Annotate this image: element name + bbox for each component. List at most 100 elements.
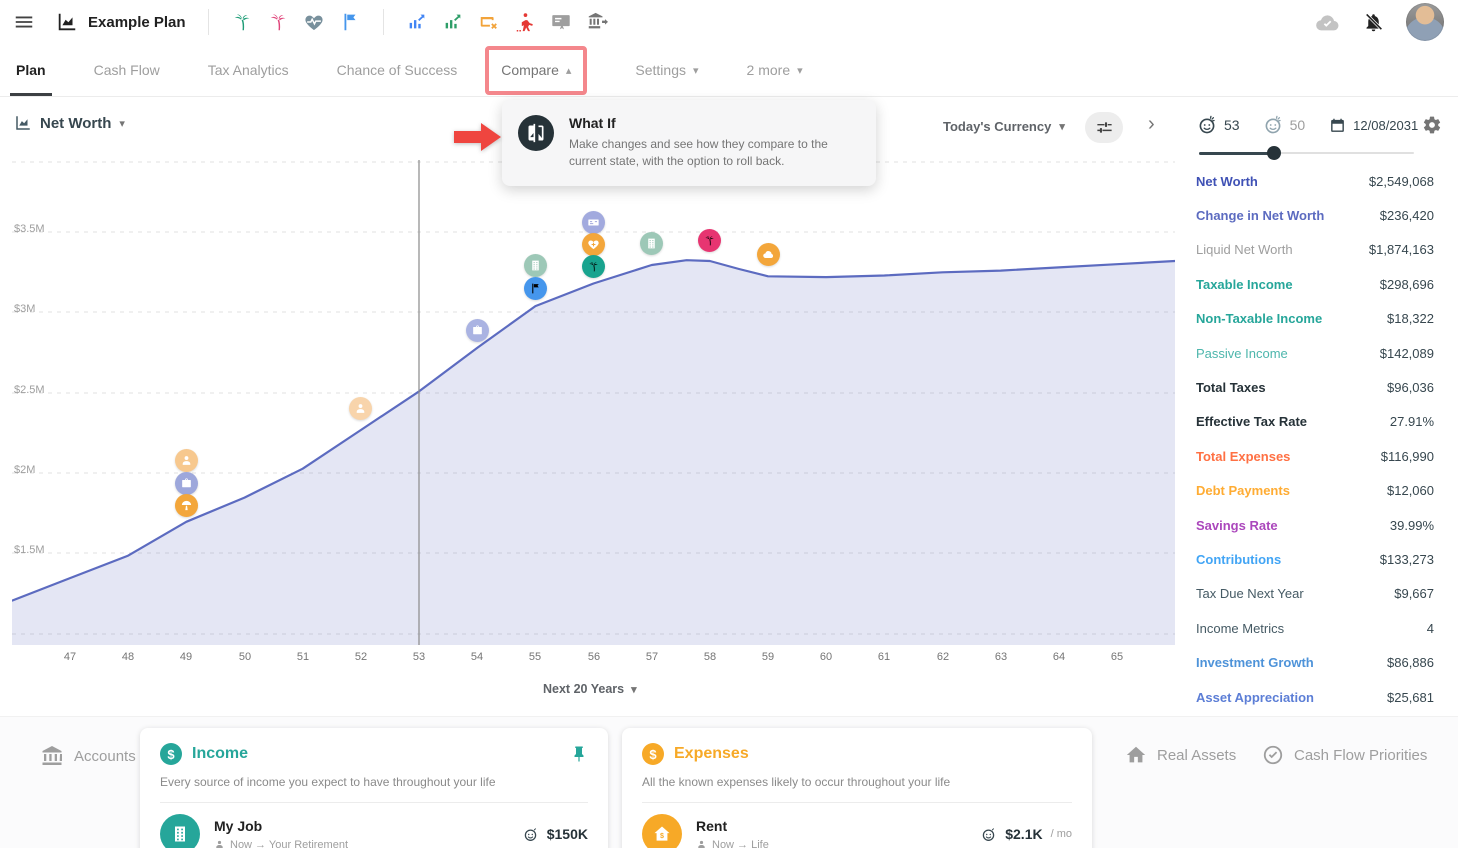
plan-title: Example Plan <box>88 14 186 31</box>
certificate-icon[interactable] <box>550 11 572 33</box>
currency-label: Today's Currency <box>943 119 1051 134</box>
heart-pulse-icon[interactable] <box>303 11 325 33</box>
heart-plus-event-marker[interactable] <box>582 233 605 256</box>
slider-thumb[interactable] <box>1267 146 1281 160</box>
age-icon <box>522 826 539 843</box>
tab-tax-analytics[interactable]: Tax Analytics <box>208 44 289 96</box>
metric-label: Net Worth <box>1196 174 1258 189</box>
tab-label: Settings <box>635 62 686 78</box>
tab-label: Tax Analytics <box>208 62 289 78</box>
primary-age-icon[interactable] <box>1196 114 1218 136</box>
metric-row-total-expenses[interactable]: Total Expenses$116,990 <box>1196 439 1434 473</box>
notifications-off-icon[interactable] <box>1363 12 1384 33</box>
building-event-marker[interactable] <box>524 254 547 277</box>
expenses-card: $ Expenses All the known expenses likely… <box>622 728 1092 848</box>
projectionlab-app: Example Plan Plan Cash Flow Tax Analytics C… <box>0 0 1458 848</box>
metric-row-debt-payments[interactable]: Debt Payments$12,060 <box>1196 474 1434 508</box>
tab-2-more[interactable]: 2 more▾ <box>747 44 803 96</box>
divider <box>383 9 384 35</box>
income-item-name: My Job <box>214 818 348 834</box>
flag-event-marker[interactable] <box>524 277 547 300</box>
whatif-title: What If <box>569 115 860 131</box>
milestone-toolbar <box>231 9 608 35</box>
palm-event-marker[interactable] <box>582 255 605 278</box>
metric-row-taxable-income[interactable]: Taxable Income$298,696 <box>1196 267 1434 301</box>
chevron-down-icon: ▾ <box>119 117 125 130</box>
metric-row-total-taxes[interactable]: Total Taxes $96,036 <box>1196 370 1434 404</box>
expand-panel-chevron[interactable]: › <box>1148 113 1155 136</box>
calendar-icon[interactable] <box>1329 117 1346 134</box>
metric-value: $116,990 <box>1381 449 1434 464</box>
income-item-my-job[interactable]: My Job Now → Your Retirement $150K <box>140 803 608 848</box>
person-icon <box>214 839 225 848</box>
chevron-icon: ▾ <box>693 64 699 77</box>
building-event-marker[interactable] <box>640 232 663 255</box>
metric-row-savings-rate[interactable]: Savings Rate39.99% <box>1196 508 1434 542</box>
card-event-marker[interactable] <box>582 211 605 234</box>
metric-row-non-taxable-income[interactable]: Non-Taxable Income$18,322 <box>1196 302 1434 336</box>
tab-plan[interactable]: Plan <box>16 44 46 96</box>
x-axis-tick: 48 <box>113 651 143 663</box>
beach-umbrella-event-marker[interactable] <box>175 494 198 517</box>
person-event-marker[interactable] <box>175 449 198 472</box>
time-range-picker[interactable]: Next 20 Years ▾ <box>543 682 637 696</box>
x-axis-tick: 57 <box>637 651 667 663</box>
expense-item-name: Rent <box>696 818 769 834</box>
metric-row-tax-due-next-year[interactable]: Tax Due Next Year$9,667 <box>1196 577 1434 611</box>
tab-label: Chance of Success <box>337 62 458 78</box>
person-cut-icon[interactable] <box>514 11 536 33</box>
metric-row-effective-tax-rate[interactable]: Effective Tax Rate27.91% <box>1196 405 1434 439</box>
briefcase-event-marker[interactable] <box>466 319 489 342</box>
metric-row-passive-income[interactable]: Passive Income$142,089 <box>1196 336 1434 370</box>
bank-transfer-icon[interactable] <box>586 11 608 33</box>
expense-item-rent[interactable]: $ Rent Now → Life $2.1K / mo <box>622 803 1092 848</box>
chart-options-button[interactable] <box>1085 112 1123 143</box>
secondary-age-icon[interactable] <box>1262 114 1284 136</box>
tab-label: Cash Flow <box>94 62 160 78</box>
menu-icon[interactable] <box>12 10 36 34</box>
metric-row-contributions[interactable]: Contributions$133,273 <box>1196 542 1434 576</box>
projection-date: 12/08/2031 <box>1353 118 1418 133</box>
timeline-slider[interactable] <box>1199 146 1414 160</box>
cloud-sync-status-icon[interactable] <box>1314 9 1341 36</box>
x-axis-tick: 61 <box>869 651 899 663</box>
metric-value: $96,036 <box>1387 380 1434 395</box>
palm-tree-green-icon[interactable] <box>231 11 253 33</box>
chart-rising-green-icon[interactable] <box>442 11 464 33</box>
briefcase-event-marker[interactable] <box>175 472 198 495</box>
metric-label: Income Metrics <box>1196 621 1284 636</box>
metric-row-investment-growth[interactable]: Investment Growth$86,886 <box>1196 645 1434 679</box>
tab-compare[interactable]: Compare▴ <box>485 46 587 95</box>
metric-row-liquid-net-worth[interactable]: Liquid Net Worth$1,874,163 <box>1196 233 1434 267</box>
tab-chance-of-success[interactable]: Chance of Success <box>337 44 458 96</box>
metric-row-net-worth[interactable]: Net Worth$2,549,068 <box>1196 164 1434 198</box>
palm-tree-pink-icon[interactable] <box>267 11 289 33</box>
chart-rising-blue-icon[interactable] <box>406 11 428 33</box>
card-remove-icon[interactable] <box>478 11 500 33</box>
chart-metric-picker[interactable]: Net Worth ▾ <box>14 114 125 132</box>
palm-event-marker[interactable] <box>698 229 721 252</box>
metric-label: Total Taxes <box>1196 380 1266 395</box>
user-avatar[interactable] <box>1406 3 1444 41</box>
whatif-menu-item[interactable]: What If Make changes and see how they co… <box>502 100 876 186</box>
cash-flow-priorities-section[interactable]: Cash Flow Priorities <box>1262 744 1427 766</box>
metric-label: Passive Income <box>1196 346 1288 361</box>
income-dollar-icon: $ <box>160 743 182 765</box>
metric-row-income-metrics[interactable]: Income Metrics4 <box>1196 611 1434 645</box>
tab-cash-flow[interactable]: Cash Flow <box>94 44 160 96</box>
accounts-section[interactable]: Accounts <box>40 744 136 768</box>
person-event-marker[interactable] <box>349 397 372 420</box>
metric-label: Tax Due Next Year <box>1196 586 1304 601</box>
flag-icon[interactable] <box>339 11 361 33</box>
metric-label: Asset Appreciation <box>1196 690 1314 705</box>
expenses-subtitle: All the known expenses likely to occur t… <box>642 775 1072 789</box>
real-assets-section[interactable]: Real Assets <box>1125 744 1236 766</box>
pin-icon[interactable] <box>570 745 588 763</box>
whatif-description: Make changes and see how they compare to… <box>569 136 860 171</box>
currency-picker[interactable]: Today's Currency ▾ <box>943 119 1065 134</box>
gear-icon[interactable] <box>1422 115 1442 135</box>
cloud-sync-event-marker[interactable] <box>757 243 780 266</box>
metric-row-change-in-net-worth[interactable]: Change in Net Worth$236,420 <box>1196 198 1434 232</box>
tab-settings[interactable]: Settings ▾ <box>635 44 698 96</box>
metric-row-asset-appreciation[interactable]: Asset Appreciation$25,681 <box>1196 680 1434 714</box>
